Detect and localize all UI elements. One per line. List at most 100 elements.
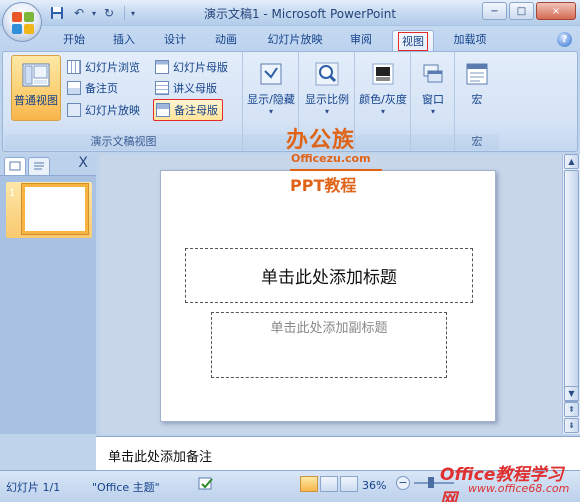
office-button[interactable] <box>2 2 42 42</box>
minimize-button[interactable]: − <box>482 2 507 20</box>
tab-insert[interactable]: 插入 <box>104 30 144 52</box>
color-grayscale-icon <box>368 59 398 89</box>
group-label-macros: 宏 <box>455 134 499 150</box>
notes-placeholder: 单击此处添加备注 <box>108 450 213 465</box>
zoom-slider-knob[interactable] <box>428 477 434 488</box>
undo-icon[interactable]: ↶ <box>70 4 88 22</box>
group-color-grayscale: 颜色/灰度 ▾ <box>355 52 411 151</box>
group-presentation-views: 普通视图 幻灯片浏览 备注页 幻灯片放映 幻灯片母版 讲义母版 备注母版 演示文… <box>5 52 243 151</box>
ribbon-tabs: 开始 插入 设计 动画 幻灯片放映 审阅 视图 加载项 ? <box>0 26 580 52</box>
maximize-button[interactable]: □ <box>509 2 534 20</box>
slide-show-label: 幻灯片放映 <box>85 104 140 117</box>
slide-master-button[interactable]: 幻灯片母版 <box>155 57 228 77</box>
group-label-window <box>411 134 454 150</box>
office-logo-icon <box>12 12 34 34</box>
show-hide-label: 显示/隐藏 <box>247 93 295 106</box>
help-icon[interactable]: ? <box>557 32 572 47</box>
zoom-out-icon[interactable]: − <box>396 476 410 490</box>
notes-page-button[interactable]: 备注页 <box>67 78 118 98</box>
tab-review[interactable]: 审阅 <box>341 30 381 52</box>
zoom-magnifier-icon <box>312 59 342 89</box>
subtitle-placeholder[interactable]: 单击此处添加副标题 <box>211 312 447 378</box>
watermark-bottom-logo: Office教程学习网 <box>440 465 564 502</box>
slide-show-icon <box>67 103 81 117</box>
notes-master-label: 备注母版 <box>174 104 218 117</box>
slide-edit-area: 单击此处添加标题 单击此处添加副标题 <box>100 154 562 434</box>
normal-view-button[interactable]: 普通视图 <box>11 55 61 121</box>
color-grayscale-dropdown-icon: ▾ <box>380 107 385 116</box>
group-window: 窗口 ▾ <box>411 52 455 151</box>
watermark-url: Officezu.com <box>291 152 371 165</box>
scroll-thumb[interactable] <box>564 170 579 402</box>
color-grayscale-label: 颜色/灰度 <box>359 93 407 106</box>
group-macros: 宏 宏 <box>455 52 499 151</box>
slide-show-button[interactable]: 幻灯片放映 <box>67 100 140 120</box>
tab-design[interactable]: 设计 <box>155 30 195 52</box>
watermark-line <box>290 169 382 171</box>
zoom-label: 显示比例 <box>305 93 349 106</box>
slide-master-icon <box>155 60 169 74</box>
slide-count: 幻灯片 1/1 <box>6 481 61 494</box>
slide-sorter-button[interactable]: 幻灯片浏览 <box>67 57 140 77</box>
normal-view-icon-status[interactable] <box>300 476 318 492</box>
qat-customize-icon[interactable]: ▾ <box>131 9 135 18</box>
notes-page-label: 备注页 <box>85 82 118 95</box>
slides-pane-tabs: X <box>0 154 96 176</box>
save-icon[interactable] <box>48 4 66 22</box>
normal-view-icon <box>21 60 51 90</box>
window-dropdown-icon: ▾ <box>430 107 435 116</box>
watermark-bottom-url: www.office68.com <box>468 482 570 495</box>
slide-canvas[interactable]: 单击此处添加标题 单击此处添加副标题 <box>160 170 496 422</box>
color-grayscale-button[interactable]: 颜色/灰度 ▾ <box>355 55 411 121</box>
previous-slide-icon[interactable]: ⇞ <box>564 402 579 417</box>
macros-button-label: 宏 <box>471 93 483 106</box>
undo-dropdown-icon[interactable]: ▾ <box>92 9 96 18</box>
window-title: 演示文稿1 - Microsoft PowerPoint <box>203 7 397 21</box>
tab-home[interactable]: 开始 <box>54 30 94 52</box>
vertical-scrollbar[interactable]: ▲ ▼ ⇞ ⇟ <box>562 154 580 434</box>
view-switcher <box>300 476 358 492</box>
tab-add-ins[interactable]: 加载项 <box>444 30 496 52</box>
slideshow-view-icon-status[interactable] <box>340 476 358 492</box>
normal-view-label: 普通视图 <box>14 94 58 107</box>
slide-sorter-label: 幻灯片浏览 <box>85 61 140 74</box>
tab-animations[interactable]: 动画 <box>206 30 246 52</box>
zoom-button[interactable]: 显示比例 ▾ <box>299 55 355 121</box>
macros-button[interactable]: 宏 <box>455 55 499 121</box>
handout-master-label: 讲义母版 <box>173 82 217 95</box>
window-button[interactable]: 窗口 ▾ <box>411 55 455 121</box>
group-label-color-grayscale <box>355 134 410 150</box>
watermark-logo: 办公族 <box>286 128 356 153</box>
tab-slide-show[interactable]: 幻灯片放映 <box>256 30 334 52</box>
title-bar: ↶ ▾ ↻ ▾ 演示文稿1 - Microsoft PowerPoint − □… <box>0 0 580 26</box>
notes-page-icon <box>67 81 81 95</box>
show-hide-button[interactable]: 显示/隐藏 ▾ <box>243 55 299 121</box>
slide-thumbnail[interactable] <box>22 184 88 234</box>
slide-master-label: 幻灯片母版 <box>173 61 228 74</box>
zoom-level[interactable]: 36% <box>362 479 386 492</box>
notes-master-icon <box>156 103 170 117</box>
tab-view[interactable]: 视图 <box>392 30 434 52</box>
zoom-dropdown-icon: ▾ <box>324 107 329 116</box>
watermark-tag: PPT教程 <box>290 176 357 195</box>
scroll-up-icon[interactable]: ▲ <box>564 154 579 169</box>
sorter-view-icon-status[interactable] <box>320 476 338 492</box>
macros-icon <box>462 59 492 89</box>
close-button[interactable]: × <box>536 2 576 20</box>
spelling-check-icon[interactable] <box>198 476 214 495</box>
handout-master-button[interactable]: 讲义母版 <box>155 78 217 98</box>
ruler-icon <box>256 59 286 89</box>
slide-sorter-icon <box>67 60 81 74</box>
redo-icon[interactable]: ↻ <box>100 4 118 22</box>
title-placeholder[interactable]: 单击此处添加标题 <box>185 248 473 303</box>
window-icon <box>418 59 448 89</box>
quick-access-toolbar: ↶ ▾ ↻ ▾ <box>48 4 135 22</box>
next-slide-icon[interactable]: ⇟ <box>564 418 579 433</box>
scroll-down-icon[interactable]: ▼ <box>564 386 579 401</box>
close-pane-icon[interactable]: X <box>78 155 88 171</box>
handout-master-icon <box>155 81 169 95</box>
tab-outline[interactable] <box>28 157 50 175</box>
tab-view-label: 视图 <box>398 32 428 51</box>
tab-slides[interactable] <box>4 157 26 175</box>
notes-master-button[interactable]: 备注母版 <box>153 99 223 121</box>
